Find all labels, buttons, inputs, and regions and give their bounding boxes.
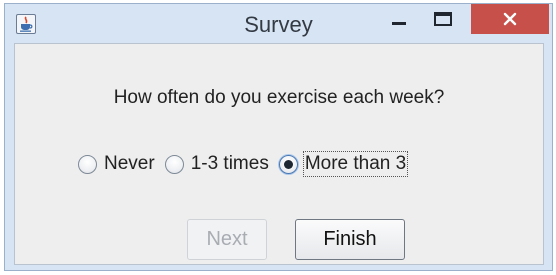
radio-selected-dot [283,159,293,169]
content-panel: How often do you exercise each week? Nev… [14,43,544,265]
radio-label[interactable]: More than 3 [302,151,409,177]
maximize-icon[interactable] [428,8,462,36]
radio-button[interactable] [78,154,97,174]
window-title: Survey [244,12,313,37]
frequency-radio-group: Never 1-3 times More than 3 [78,148,416,180]
radio-label[interactable]: 1-3 times [191,153,269,175]
title-bar[interactable]: Survey [5,4,552,44]
minimize-icon[interactable] [383,8,417,36]
survey-question: How often do you exercise each week? [113,87,445,108]
radio-label[interactable]: Never [104,153,155,175]
next-button[interactable]: Next [187,219,267,260]
radio-option-never[interactable]: Never [78,153,155,175]
radio-button-selected[interactable] [278,154,298,174]
close-button[interactable] [471,4,549,34]
close-icon [503,12,517,26]
finish-button[interactable]: Finish [295,219,405,260]
radio-option-more-than-3[interactable]: More than 3 [278,151,409,177]
radio-button[interactable] [164,154,184,174]
survey-window: Survey How often do you exercise each we… [4,3,553,271]
radio-option-1-3-times[interactable]: 1-3 times [164,153,269,175]
